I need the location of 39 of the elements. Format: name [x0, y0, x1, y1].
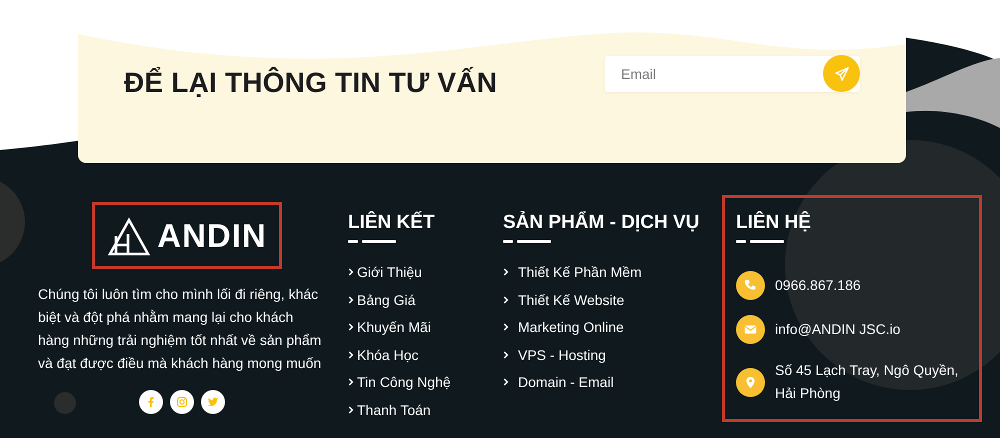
decorative-circle [54, 392, 76, 414]
paper-plane-icon [834, 66, 848, 80]
footer-link[interactable]: Thiết Kế Phần Mềm [518, 264, 642, 280]
logo-text: ANDIN [157, 216, 267, 254]
footer-link[interactable]: Thanh Toán [357, 402, 431, 418]
footer-link[interactable]: VPS - Hosting [518, 346, 606, 363]
envelope-icon [744, 323, 757, 336]
map-pin-icon [744, 376, 757, 388]
chevron-icon [348, 267, 354, 277]
phone-icon [744, 279, 757, 292]
description-text: Chúng tôi luôn tìm cho mình lối đi riêng, khác biệt và đột phá nhằm mang lại cho khách hàng những trải nghiệm tốt nhất về sản phẩm và đạt được điều mà khách hàng mong muốn [38, 285, 322, 373]
chevron-icon [503, 322, 509, 332]
column-heading: LIÊN HỆ [736, 212, 811, 234]
footer-link[interactable]: Khuyến Mãi [357, 319, 431, 336]
footer-link[interactable]: Marketing Online [518, 319, 624, 336]
chevron-icon [503, 350, 509, 360]
contact-text: Số 45 Lạch Tray, Ngô Quyền, Hải Phòng [775, 361, 960, 403]
footer-link[interactable]: Khóa Học [357, 346, 418, 363]
column-heading: LIÊN KẾT [348, 212, 435, 234]
chevron-icon [503, 267, 509, 277]
column-heading: SẢN PHẨM - DỊCH VỤ [503, 212, 700, 234]
contact-text: info@ANDIN JSC.io [775, 320, 902, 339]
footer-link[interactable]: Giới Thiệu [357, 264, 422, 280]
footer-link[interactable]: Domain - Email [518, 374, 614, 390]
contact-text: 0966.867.186 [775, 276, 862, 295]
chevron-icon [348, 350, 354, 360]
chevron-icon [348, 294, 354, 305]
chevron-icon [503, 377, 509, 388]
logo-icon [107, 216, 152, 256]
section-title: ĐỂ LẠI THÔNG TIN TƯ VẤN [124, 66, 498, 100]
chevron-icon [348, 404, 354, 415]
footer-link[interactable]: Thiết Kế Website [518, 292, 624, 308]
footer-link[interactable]: Bảng Giá [357, 292, 416, 308]
bird-icon [207, 396, 219, 408]
instagram-icon [176, 396, 188, 408]
chevron-icon [348, 322, 354, 332]
chevron-icon [503, 294, 509, 305]
footer-link[interactable]: Tin Công Nghệ [357, 374, 451, 390]
chevron-icon [348, 377, 354, 388]
